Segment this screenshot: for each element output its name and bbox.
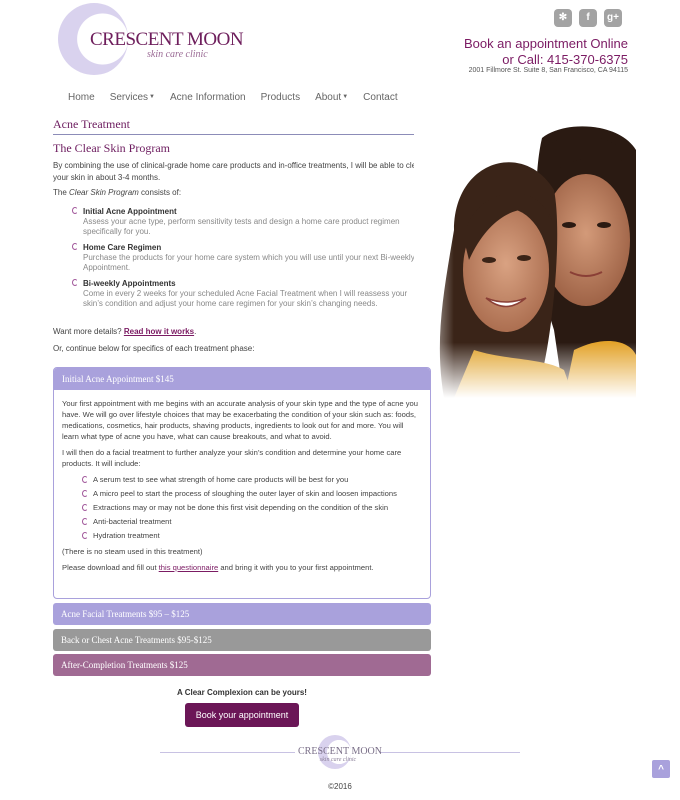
text: The [53,188,70,197]
nav-item-home[interactable]: Home [68,92,95,103]
list-item: Bi-weekly Appointments Come in every 2 w… [72,278,427,309]
more-details-text: Want more details? Read how it works. [53,326,428,338]
crescent-bullet-icon [82,476,88,483]
list-item: Initial Acne Appointment Assess your acn… [72,206,427,237]
list-item-text: Hydration treatment [93,531,160,540]
logo[interactable]: CRESCENT MOON skin care clinic [58,3,244,75]
chevron-down-icon: ▼ [149,94,155,101]
description-text: Your first appointment with me begins wi… [62,399,418,441]
accordion-body: Your first appointment with me begins wi… [54,390,430,586]
list-item-text: Extractions may or may not be done this … [93,503,389,512]
footer-logo-name: CRESCENT MOON [298,746,382,757]
social-links: ✻ f g+ [554,9,622,27]
list-item: A micro peel to start the process of slo… [82,488,422,499]
list-item-text: A serum test to see what strength of hom… [93,475,349,484]
intro-text: By combining the use of clinical-grade h… [53,161,424,182]
accordion-header[interactable]: Initial Acne Appointment $145 [54,368,430,390]
text: consists of: [138,188,182,197]
nav-item-contact[interactable]: Contact [363,92,397,103]
section-title: The Clear Skin Program [53,141,170,155]
footer-divider [380,752,520,753]
phone-link[interactable]: or Call: 415-370-6375 [502,52,628,67]
text: Please download and fill out [62,563,159,572]
program-steps: Initial Acne Appointment Assess your acn… [72,206,427,314]
copyright: ©2016 [328,782,352,791]
yelp-icon[interactable]: ✻ [554,9,572,27]
crescent-bullet-icon [72,207,78,214]
questionnaire-link[interactable]: this questionnaire [159,563,219,572]
step-description: Purchase the products for your home care… [83,253,415,272]
book-appointment-button[interactable]: Book your appointment [185,703,299,727]
note-text: (There is no steam used in this treatmen… [62,547,203,556]
text: Want more details? [53,327,124,336]
scroll-to-top-button[interactable]: ^ [652,760,670,778]
list-item: Hydration treatment [82,530,422,541]
continue-text: Or, continue below for specifics of each… [53,344,255,353]
text: and bring it with you to your first appo… [218,563,374,572]
nav-label: About [315,92,342,103]
step-description: Assess your acne type, perform sensitivi… [83,217,400,236]
main-nav: Home Services▼ Acne Information Products… [68,92,398,103]
google-plus-icon[interactable]: g+ [604,9,622,27]
program-consists-text: The Clear Skin Program consists of: [53,187,428,199]
chevron-down-icon: ▼ [342,94,349,101]
list-item: Home Care Regimen Purchase the products … [72,242,427,273]
treatment-list: A serum test to see what strength of hom… [82,474,422,541]
book-online-link[interactable]: Book an appointment Online [464,36,628,51]
logo-name: CRESCENT MOON [90,29,244,50]
facebook-icon[interactable]: f [579,9,597,27]
step-title: Initial Acne Appointment [83,207,177,216]
footer-divider [160,752,295,753]
nav-item-services[interactable]: Services▼ [110,92,155,103]
nav-item-products[interactable]: Products [261,92,300,103]
download-text: Please download and fill out this questi… [62,562,422,573]
cta-tagline: A Clear Complexion can be yours! [177,688,307,697]
read-how-it-works-link[interactable]: Read how it works [124,327,194,336]
logo-tagline: skin care clinic [147,49,208,60]
couple-photo [414,120,636,398]
nav-label: Services [109,92,149,103]
accordion-after-completion-treatments[interactable]: After-Completion Treatments $125 [53,654,431,676]
accordion-initial-acne-appointment: Initial Acne Appointment $145 Your first… [53,367,431,599]
crescent-bullet-icon [82,504,88,511]
step-title: Home Care Regimen [83,243,162,252]
footer-logo-tagline: skin care clinic [319,757,357,763]
footer-logo[interactable]: CRESCENT MOON skin care clinic [298,735,382,769]
crescent-bullet-icon [82,490,88,497]
accordion-acne-facial-treatments[interactable]: Acne Facial Treatments $95 – $125 [53,603,431,625]
nav-item-about[interactable]: About▼ [315,92,348,103]
crescent-bullet-icon [72,243,78,250]
crescent-bullet-icon [82,518,88,525]
list-item-text: Anti-bacterial treatment [93,517,172,526]
address: 2001 Fillmore St. Suite 8, San Francisco… [468,67,628,74]
accordion-back-chest-acne-treatments[interactable]: Back or Chest Acne Treatments $95-$125 [53,629,431,651]
step-description: Come in every 2 weeks for your scheduled… [83,289,408,308]
list-item: Anti-bacterial treatment [82,516,422,527]
list-item: Extractions may or may not be done this … [82,502,422,513]
list-item-text: A micro peel to start the process of slo… [93,489,397,498]
crescent-bullet-icon [72,279,78,286]
step-title: Bi-weekly Appointments [83,279,176,288]
nav-item-acne-information[interactable]: Acne Information [170,92,246,103]
description-text: I will then do a facial treatment to fur… [62,448,402,468]
couple-photo-image [414,120,636,398]
text: . [194,327,197,336]
list-item: A serum test to see what strength of hom… [82,474,422,485]
page-title: Acne Treatment [53,117,431,135]
crescent-bullet-icon [82,532,88,539]
program-name: Clear Skin Program [69,188,139,197]
chevron-up-icon: ^ [658,764,664,775]
